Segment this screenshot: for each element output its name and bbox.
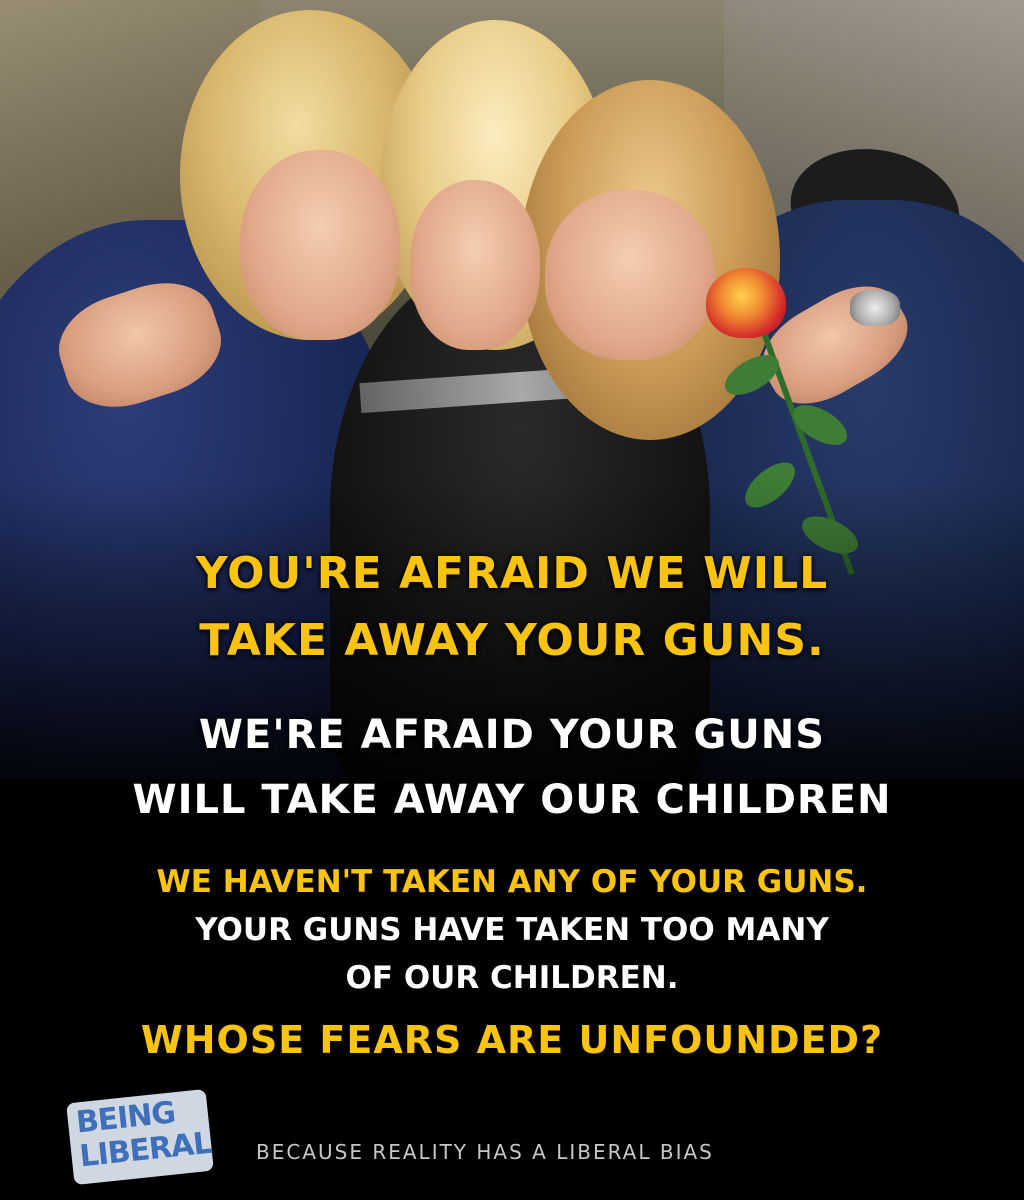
body-line-1: WE HAVEN'T TAKEN ANY OF YOUR GUNS. [156,864,868,900]
photo-rose [706,268,786,338]
photo-face-left [240,150,400,340]
response-line-1: WE'RE AFRAID YOUR GUNS [198,712,826,758]
being-liberal-logo: BEING LIBERAL [66,1088,214,1186]
photo-watch [850,290,900,326]
brand-tagline: BECAUSE REALITY HAS A LIBERAL BIAS [256,1140,714,1164]
body-line-3: OF OUR CHILDREN. [345,960,679,996]
closing-question: WHOSE FEARS ARE UNFOUNDED? [140,1018,884,1062]
body-line-2: YOUR GUNS HAVE TAKEN TOO MANY [195,912,829,948]
response-line-2: WILL TAKE AWAY OUR CHILDREN [132,777,892,823]
meme-poster: YOU'RE AFRAID WE WILL TAKE AWAY YOUR GUN… [0,0,1024,1200]
headline-line-1: YOU'RE AFRAID WE WILL [195,548,829,599]
photo-face-middle [410,180,540,350]
photo-face-right [545,190,715,360]
headline-line-2: TAKE AWAY YOUR GUNS. [199,615,825,666]
